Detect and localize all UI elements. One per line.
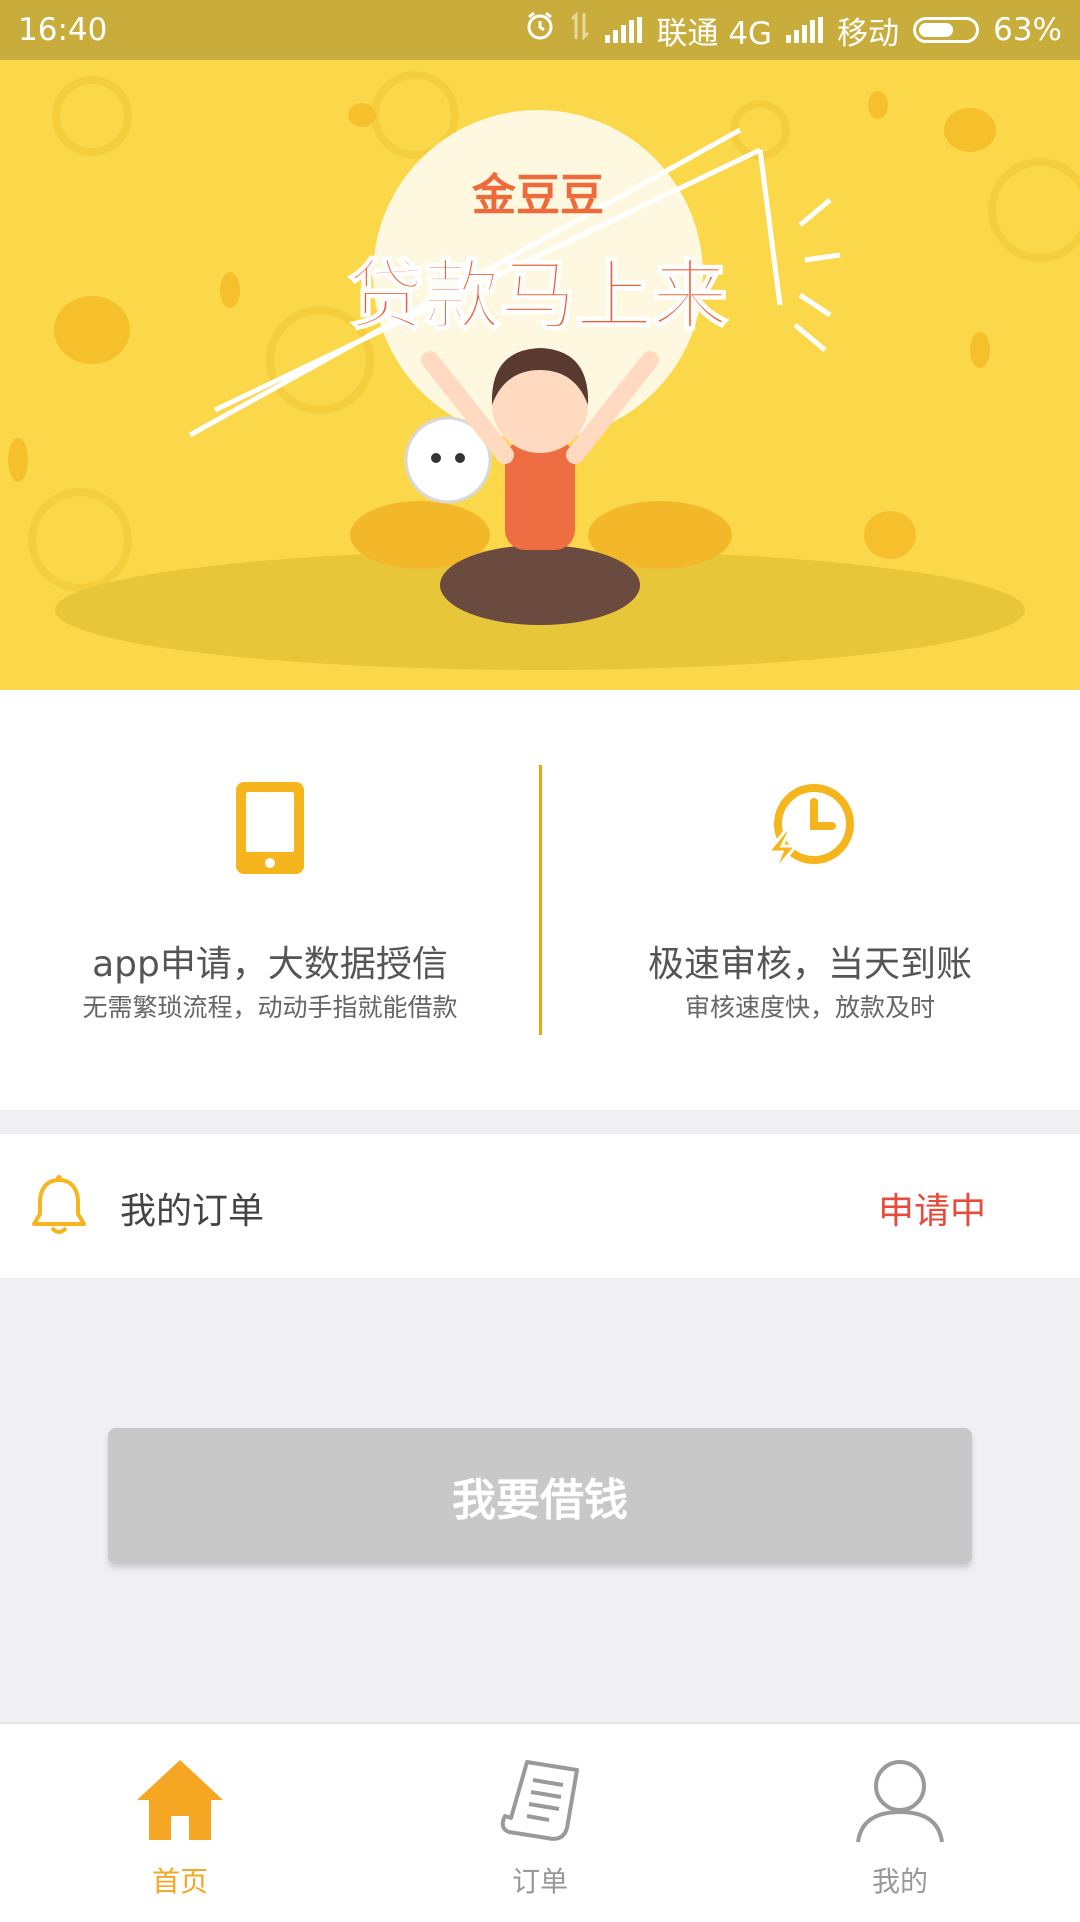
feature-subtitle: 无需繁琐流程，动动手指就能借款 bbox=[82, 993, 458, 1022]
carrier-2: 移动 bbox=[837, 15, 900, 52]
feature-fast-review: 极速审核，当天到账 审核速度快，放款及时 bbox=[540, 690, 1080, 1110]
banner-brand: 金豆豆 bbox=[471, 170, 604, 221]
receipt-icon bbox=[497, 1758, 583, 1848]
signal-icon bbox=[786, 17, 824, 43]
bottom-tab-bar: 首页 订单 我的 bbox=[0, 1722, 1080, 1922]
tablet-icon bbox=[234, 780, 306, 880]
data-transfer-icon bbox=[569, 11, 591, 49]
promo-banner[interactable]: 金豆豆 贷款马上来 bbox=[0, 60, 1080, 690]
tab-profile[interactable]: 我的 bbox=[720, 1724, 1080, 1922]
signal-icon bbox=[605, 17, 643, 43]
bell-icon bbox=[28, 1174, 90, 1240]
alarm-icon bbox=[525, 11, 555, 49]
tab-label: 订单 bbox=[511, 1865, 568, 1898]
battery-percent: 63% bbox=[993, 12, 1062, 48]
user-icon bbox=[854, 1758, 946, 1848]
feature-subtitle: 审核速度快，放款及时 bbox=[684, 993, 935, 1022]
battery-icon bbox=[913, 17, 980, 43]
tab-label: 我的 bbox=[871, 1865, 928, 1898]
status-bar: 16:40 联通 4G 移动 63% bbox=[0, 0, 1080, 60]
feature-title: app申请，大数据授信 bbox=[92, 944, 448, 985]
tab-home[interactable]: 首页 bbox=[0, 1724, 360, 1922]
banner-slogan: 贷款马上来 bbox=[348, 251, 728, 340]
status-time: 16:40 bbox=[18, 12, 108, 48]
borrow-money-button[interactable]: 我要借钱 bbox=[108, 1428, 972, 1564]
my-order-label: 我的订单 bbox=[120, 1191, 265, 1232]
home-icon bbox=[135, 1758, 225, 1846]
order-status: 申请中 bbox=[877, 1191, 986, 1232]
tab-label: 首页 bbox=[151, 1865, 208, 1898]
my-order-row[interactable]: 我的订单 申请中 bbox=[0, 1134, 1080, 1278]
banner-illustration: 金豆豆 贷款马上来 bbox=[8, 71, 1080, 670]
clock-lightning-icon bbox=[762, 780, 858, 880]
tab-orders[interactable]: 订单 bbox=[360, 1724, 720, 1922]
features-section: app申请，大数据授信 无需繁琐流程，动动手指就能借款 极速审核，当天到账 审核… bbox=[0, 690, 1080, 1110]
feature-title: 极速审核，当天到账 bbox=[647, 944, 972, 985]
carrier-1: 联通 4G bbox=[656, 15, 773, 52]
feature-app-apply: app申请，大数据授信 无需繁琐流程，动动手指就能借款 bbox=[0, 690, 540, 1110]
